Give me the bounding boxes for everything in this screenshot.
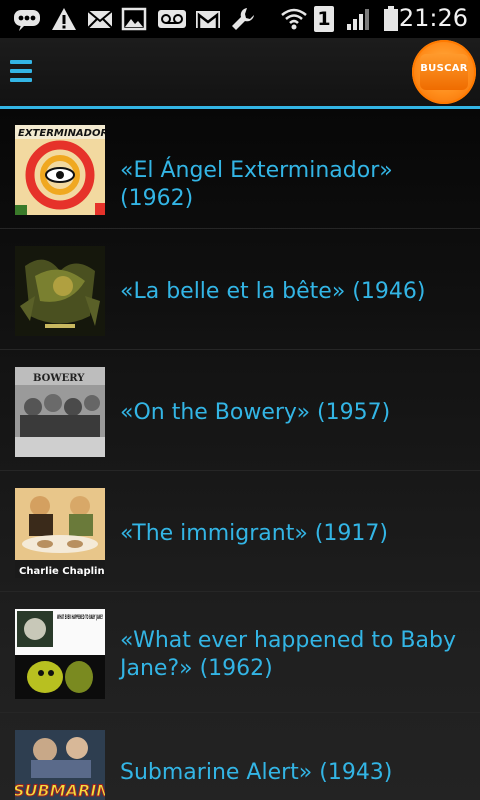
search-button-label: BUSCAR (420, 63, 468, 74)
menu-button[interactable] (8, 52, 36, 88)
movie-title: «La belle et la bête» (1946) (120, 279, 426, 304)
poster-text: BOWERY (33, 373, 85, 384)
movie-list: EXTERMINADOR «El Ángel Exterminador» (19… (0, 109, 480, 800)
battery-icon (384, 6, 398, 31)
list-item[interactable]: BOWERY «On the Bowery» (1957) (0, 351, 480, 471)
voicemail-icon (158, 10, 186, 28)
movie-title: «On the Bowery» (1957) (120, 400, 391, 425)
list-item[interactable]: SUBMARINE ALERT Submarine Alert» (1943) (0, 714, 480, 800)
movie-poster (15, 246, 105, 336)
list-item[interactable]: Charlie Chaplin «The immigrant» (1917) (0, 472, 480, 592)
image-icon (121, 7, 147, 31)
mail-icon (87, 10, 113, 29)
search-button[interactable]: BUSCAR (412, 40, 476, 104)
clock: 21:26 (398, 4, 468, 32)
movie-title: Submarine Alert» (1943) (120, 760, 393, 785)
bbm-icon (14, 10, 40, 31)
menu-icon (10, 60, 32, 64)
list-item[interactable]: WHAT EVER HAPPENED TO BABY JANE? «What e… (0, 593, 480, 713)
warning-icon (52, 8, 76, 30)
action-bar: BUSCAR (0, 38, 480, 108)
poster-text: Charlie Chaplin (19, 566, 105, 577)
wrench-icon (232, 8, 254, 30)
movie-poster: Charlie Chaplin (15, 488, 105, 578)
wifi-icon (281, 8, 307, 30)
sim-number: 1 (317, 8, 331, 30)
movie-poster: EXTERMINADOR (15, 125, 105, 215)
signal-icon (347, 9, 369, 30)
list-item[interactable]: EXTERMINADOR «El Ángel Exterminador» (19… (0, 109, 480, 229)
movie-poster: SUBMARINE ALERT (15, 730, 105, 800)
sim-icon: 1 (314, 6, 334, 32)
gmail-icon (196, 11, 220, 28)
movie-title: «What ever happened to Baby Jane?» (1962… (120, 628, 456, 681)
movie-title: «The immigrant» (1917) (120, 521, 388, 546)
poster-text: SUBMARINE ALERT (15, 781, 105, 800)
status-bar: 1 21:26 (0, 0, 480, 38)
movie-poster: WHAT EVER HAPPENED TO BABY JANE? (15, 609, 105, 699)
list-item[interactable]: «La belle et la bête» (1946) (0, 230, 480, 350)
poster-text: EXTERMINADOR (18, 128, 105, 139)
movie-title: «El Ángel Exterminador» (1962) (120, 158, 393, 211)
movie-poster: BOWERY (15, 367, 105, 457)
poster-text: WHAT EVER HAPPENED TO BABY JANE? (57, 614, 103, 621)
